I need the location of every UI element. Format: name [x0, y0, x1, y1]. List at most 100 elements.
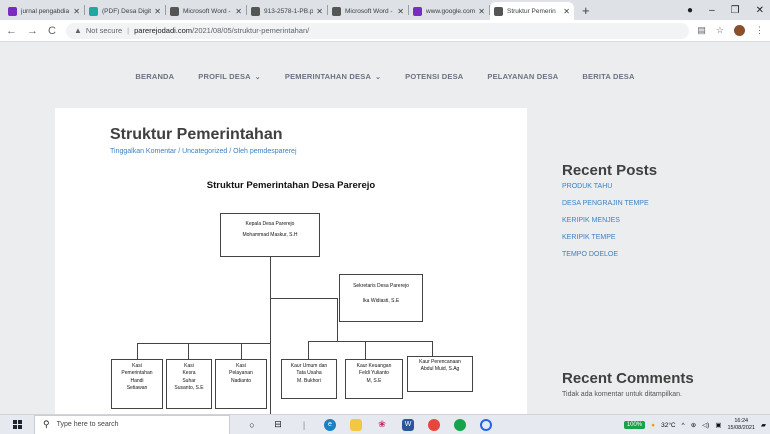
kasi-line: Kasi — [132, 363, 142, 369]
nav-item-label: PELAYANAN DESA — [487, 71, 559, 81]
kasi-line: Pelayanan — [229, 370, 253, 377]
nav-item-label: BERANDA — [135, 71, 175, 81]
browser-tab[interactable]: 913-2578-1-PB.p ✕ — [247, 2, 327, 20]
search-icon: ⚲ — [43, 419, 50, 429]
app-icon[interactable] — [454, 418, 466, 431]
weather-icon[interactable]: ● — [651, 422, 655, 429]
nav-item[interactable]: PROFIL DESA ⌄ — [198, 72, 261, 81]
nav-item[interactable]: POTENSI DESA — [405, 72, 463, 81]
task-view-icon[interactable]: ⊟ — [272, 419, 284, 431]
profile-dot-icon[interactable]: ● — [687, 5, 693, 16]
tab-title: Struktur Pemerin — [507, 7, 556, 15]
reload-icon[interactable]: C — [48, 25, 56, 37]
kaur-line: M. Bukhori — [297, 377, 321, 384]
window-controls: ● – ❐ ✕ — [687, 0, 770, 20]
translate-icon[interactable]: ▤ — [697, 25, 706, 36]
network-icon[interactable]: ⊕ — [691, 421, 696, 429]
tab-favicon-icon — [413, 6, 422, 16]
connector-line — [337, 298, 338, 323]
keyboard-icon[interactable]: ▣ — [715, 421, 721, 429]
edge-icon[interactable]: e — [324, 418, 336, 431]
kaur-line: Kaur Keuangan — [356, 363, 392, 369]
warning-icon: ▲ — [73, 26, 82, 35]
nav-item[interactable]: PEMERINTAHAN DESA ⌄ — [285, 72, 381, 81]
back-icon[interactable]: ← — [6, 25, 17, 37]
nav-item-label: BERITA DESA — [582, 71, 635, 81]
recent-post-link[interactable]: DESA PENGRAJIN TEMPE — [562, 200, 762, 207]
kepala-role: Kepala Desa Parerejo — [245, 221, 295, 227]
nav-item-label: PROFIL DESA — [198, 71, 251, 81]
kasi-line: Kesra — [182, 370, 196, 377]
word-icon[interactable]: W — [402, 418, 414, 431]
sekretaris-name: Ika Widiasti, S.E — [362, 298, 400, 305]
tab-close-icon[interactable]: ✕ — [235, 7, 242, 16]
kasi-line: Susanto, S.E — [174, 384, 204, 391]
temperature[interactable]: 32°C — [661, 422, 676, 429]
close-window-icon[interactable]: ✕ — [756, 5, 764, 16]
recent-comments-title: Recent Comments — [562, 370, 694, 387]
browser-tab[interactable]: jurnal pengabdia ✕ — [4, 2, 84, 20]
kaur-line: Kaur Perencanaan — [419, 359, 461, 365]
taskbar-search[interactable]: ⚲ Type here to search — [34, 414, 230, 434]
recent-post-link[interactable]: KERIPIK MENJES — [562, 217, 762, 224]
forward-icon[interactable]: → — [27, 25, 38, 37]
connector-line — [308, 341, 309, 359]
recent-post-link[interactable]: PRODUK TAHU — [562, 183, 762, 190]
maximize-icon[interactable]: ❐ — [731, 5, 740, 16]
tab-close-icon[interactable]: ✕ — [73, 7, 80, 16]
recent-posts-title: Recent Posts — [562, 162, 658, 179]
kepala-name: Mohammad Maskur, S.H — [242, 232, 298, 239]
nav-item[interactable]: BERITA DESA — [582, 72, 634, 81]
kaur-box: Kaur Umum dan Tata Usaha M. Bukhori — [281, 359, 337, 399]
start-button[interactable] — [0, 420, 34, 429]
site-navigation: BERANDA PROFIL DESA ⌄ PEMERINTAHAN DESA ⌄ POT… — [0, 42, 770, 110]
sidebar-recent-posts: Recent Posts PRODUK TAHU DESA PENGRAJIN T… — [562, 162, 762, 268]
nav-item-label: POTENSI DESA — [405, 71, 464, 81]
battery-indicator[interactable]: 100% — [623, 421, 646, 429]
chevron-up-icon[interactable]: ^ — [682, 422, 685, 429]
sidebar-recent-comments: Recent Comments Tidak ada komentar untuk… — [562, 370, 762, 398]
minimize-icon[interactable]: – — [709, 5, 715, 16]
notification-icon[interactable]: ▰ — [761, 421, 766, 429]
chevron-down-icon: ⌄ — [254, 73, 261, 81]
paint-icon[interactable]: ❀ — [376, 419, 388, 431]
kasi-line: Kasi — [184, 363, 194, 369]
kaur-line: M, S.E — [366, 377, 382, 384]
new-tab-button[interactable]: + — [582, 3, 590, 18]
clock[interactable]: 16:24 15/08/2021 — [727, 418, 755, 431]
file-explorer-icon[interactable] — [350, 418, 362, 431]
browser-tab[interactable]: (PDF) Desa Digita ✕ — [85, 2, 165, 20]
tab-close-icon[interactable]: ✕ — [563, 7, 570, 16]
tab-close-icon[interactable]: ✕ — [316, 7, 323, 16]
chevron-down-icon: ⌄ — [375, 73, 382, 81]
url-separator: | — [127, 26, 130, 35]
recent-post-link[interactable]: TEMPO DOELOE — [562, 251, 762, 258]
tab-close-icon[interactable]: ✕ — [397, 7, 404, 16]
browser-tab[interactable]: Struktur Pemerin ✕ — [490, 2, 574, 20]
opera-icon[interactable] — [480, 418, 492, 431]
tab-title: Microsoft Word - — [183, 7, 231, 15]
nav-item[interactable]: BERANDA — [135, 72, 174, 81]
browser-tab[interactable]: Microsoft Word - ✕ — [166, 2, 246, 20]
browser-tab-strip: jurnal pengabdia ✕ (PDF) Desa Digita ✕ Micro… — [0, 0, 770, 20]
tab-favicon-icon — [89, 6, 98, 16]
search-placeholder: Type here to search — [56, 421, 119, 428]
post-content: Struktur Pemerintahan Tinggalkan Komenta… — [55, 108, 527, 416]
recent-post-link[interactable]: KERIPIK TEMPE — [562, 234, 762, 241]
tab-close-icon[interactable]: ✕ — [154, 7, 161, 16]
tab-favicon-icon — [170, 6, 179, 16]
profile-avatar[interactable] — [734, 25, 745, 36]
sekretaris-role: Sekretaris Desa Parerejo — [353, 283, 409, 289]
volume-icon[interactable]: ◁) — [702, 421, 709, 429]
browser-tab[interactable]: Microsoft Word - ✕ — [328, 2, 408, 20]
chrome-icon[interactable] — [428, 418, 440, 431]
menu-icon[interactable]: ⋮ — [755, 25, 764, 36]
connector-line — [188, 343, 189, 359]
url-field[interactable]: ▲ Not secure | parerejodadi.com /2021/08… — [65, 22, 690, 39]
browser-tab[interactable]: www.google.com ✕ — [409, 2, 489, 20]
kasi-box: Kasi Kesra Suhar Susanto, S.E — [166, 359, 212, 409]
cortana-icon[interactable]: ○ — [246, 419, 258, 431]
nav-item[interactable]: PELAYANAN DESA — [487, 72, 558, 81]
tab-close-icon[interactable]: ✕ — [478, 7, 485, 16]
bookmark-star-icon[interactable]: ☆ — [716, 25, 724, 36]
